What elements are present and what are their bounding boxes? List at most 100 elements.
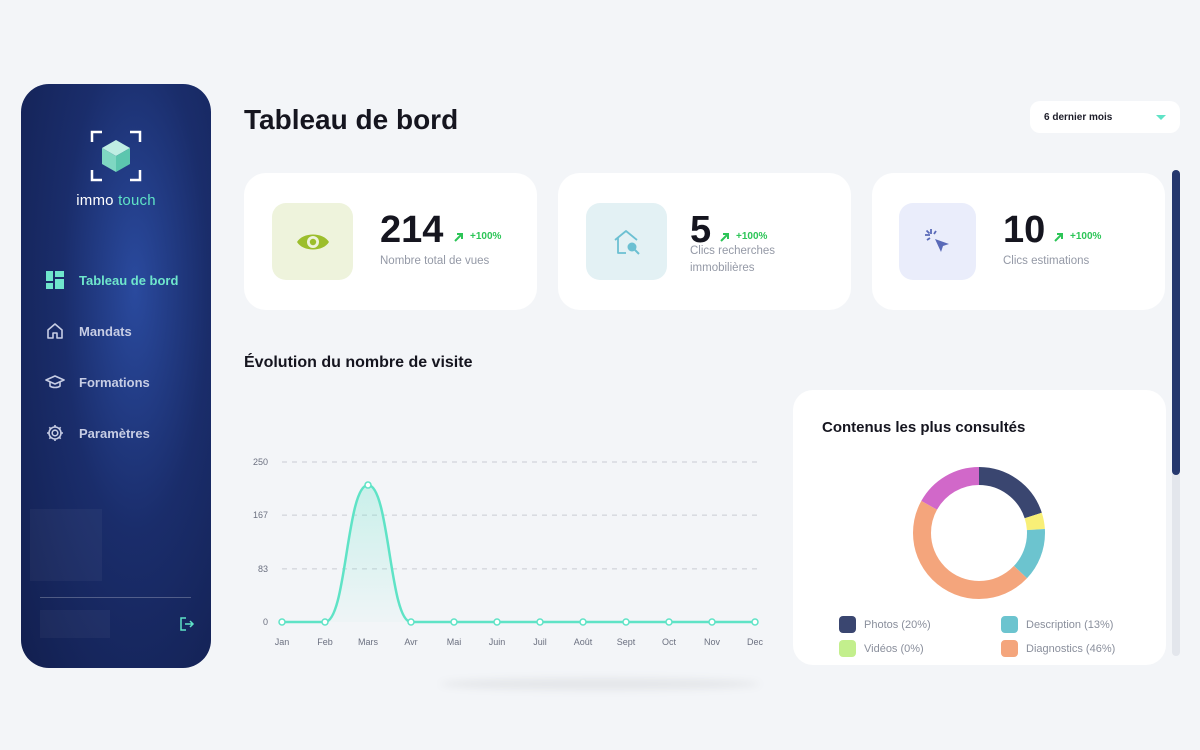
sidebar-item-dashboard[interactable]: Tableau de bord — [45, 270, 178, 290]
chart-shadow — [440, 678, 760, 690]
contents-card: Contenus les plus consultés Photos (20%)… — [793, 390, 1166, 665]
trend-up-icon — [1054, 232, 1063, 242]
x-tick-label: Mai — [447, 637, 462, 647]
data-point — [751, 618, 759, 626]
stat-trend-value: +100% — [736, 231, 768, 242]
x-tick-label: Dec — [747, 637, 764, 647]
series-area — [282, 485, 755, 622]
user-placeholder — [40, 610, 110, 638]
x-tick-label: Août — [574, 637, 593, 647]
legend-swatch — [839, 616, 856, 633]
x-tick-label: Avr — [404, 637, 417, 647]
y-tick-label: 250 — [253, 457, 268, 467]
legend-swatch — [1001, 616, 1018, 633]
contents-donut-chart — [913, 467, 1045, 599]
brand-first: immo — [76, 192, 114, 209]
sidebar-placeholder — [30, 509, 102, 581]
sidebar-item-label: Mandats — [79, 323, 132, 339]
x-tick-label: Sept — [617, 637, 636, 647]
legend-item-description: Description (13%) — [1001, 616, 1113, 633]
sidebar-nav: Tableau de bord Mandats Formations Param… — [45, 270, 178, 474]
page-title: Tableau de bord — [244, 104, 459, 135]
sidebar-item-parametres[interactable]: Paramètres — [45, 423, 178, 443]
evolution-title: Évolution du nombre de visite — [244, 354, 473, 371]
legend-swatch — [839, 640, 856, 657]
legend-label: Description (13%) — [1026, 618, 1114, 631]
x-tick-label: Juil — [533, 637, 547, 647]
stat-card-estimations: 10 +100% Clics estimations — [872, 173, 1165, 310]
visits-area-chart: 0 83 167 250 Jan Feb Mars Avr Mai Juin Juil Août Sep… — [253, 457, 764, 647]
stat-trend: +100% — [1054, 231, 1101, 242]
stat-card-searches: 5 +100% Clics recherches immobilières — [558, 173, 851, 310]
scrollbar-thumb[interactable] — [1172, 170, 1180, 475]
legend-label: Vidéos (0%) — [864, 642, 924, 655]
data-point — [493, 618, 501, 626]
trend-up-icon — [454, 232, 463, 242]
stat-trend: +100% — [454, 231, 501, 242]
stat-label: Clics estimations — [1003, 255, 1090, 267]
sidebar: immo touch Tableau de bord Mandats Forma… — [21, 84, 211, 668]
sidebar-item-label: Paramètres — [79, 425, 150, 441]
stat-label-line: Clics recherches — [690, 245, 775, 257]
brand-name: immo touch — [21, 192, 211, 209]
gear-icon — [45, 423, 65, 443]
house-search-icon — [613, 229, 640, 255]
legend-item-diagnostics: Diagnostics (46%) — [1001, 640, 1115, 657]
cursor-click-icon — [924, 228, 949, 252]
data-point — [665, 618, 673, 626]
period-select-value: 6 dernier mois — [1044, 111, 1113, 123]
stat-trend-value: +100% — [1070, 231, 1102, 242]
data-point — [278, 618, 286, 626]
data-point — [536, 618, 544, 626]
x-tick-label: Oct — [662, 637, 677, 647]
stat-icon-box — [899, 203, 976, 280]
x-tick-label: Juin — [489, 637, 506, 647]
sidebar-divider — [40, 597, 191, 598]
sidebar-item-mandats[interactable]: Mandats — [45, 321, 178, 341]
stat-value: 10 — [1003, 209, 1046, 251]
contents-title: Contenus les plus consultés — [822, 419, 1026, 436]
legend-label: Photos (20%) — [864, 618, 931, 631]
period-select[interactable]: 6 dernier mois — [1030, 101, 1180, 133]
sidebar-item-formations[interactable]: Formations — [45, 372, 178, 392]
data-point — [321, 618, 329, 626]
brand-second: touch — [118, 192, 156, 209]
data-point — [450, 618, 458, 626]
x-tick-label: Jan — [275, 637, 290, 647]
legend-item-videos: Vidéos (0%) — [839, 640, 924, 657]
x-tick-label: Feb — [317, 637, 333, 647]
dashboard-icon — [45, 270, 65, 290]
stat-label: Nombre total de vues — [380, 255, 490, 267]
stat-icon-box — [272, 203, 353, 280]
logout-icon[interactable] — [179, 616, 195, 632]
sidebar-item-label: Tableau de bord — [79, 272, 179, 288]
x-tick-label: Mars — [358, 637, 378, 647]
stat-card-views: 214 +100% Nombre total de vues — [244, 173, 537, 310]
stat-trend-value: +100% — [470, 231, 502, 242]
trend-up-icon — [720, 232, 729, 242]
data-point — [708, 618, 716, 626]
y-tick-label: 83 — [258, 564, 268, 574]
legend-label: Diagnostics (46%) — [1026, 642, 1116, 655]
data-point — [622, 618, 630, 626]
sidebar-item-label: Formations — [79, 374, 150, 390]
y-tick-label: 167 — [253, 510, 268, 520]
home-icon — [45, 321, 65, 341]
x-tick-label: Nov — [704, 637, 721, 647]
cube-logo-icon — [90, 130, 142, 182]
y-tick-label: 0 — [263, 617, 268, 627]
stat-trend: +100% — [720, 231, 767, 242]
stat-label-line: immobilières — [690, 262, 755, 274]
eye-icon — [296, 234, 329, 249]
data-point — [579, 618, 587, 626]
data-point — [407, 618, 415, 626]
stat-label: Clics recherches immobilières — [690, 243, 775, 277]
legend-item-photos: Photos (20%) — [839, 616, 931, 633]
brand-logo[interactable]: immo touch — [21, 130, 211, 209]
data-point — [364, 481, 372, 489]
stat-icon-box — [586, 203, 667, 280]
legend-swatch — [1001, 640, 1018, 657]
chevron-down-icon — [1156, 115, 1166, 120]
graduation-cap-icon — [45, 372, 65, 392]
stat-value: 214 — [380, 209, 444, 251]
